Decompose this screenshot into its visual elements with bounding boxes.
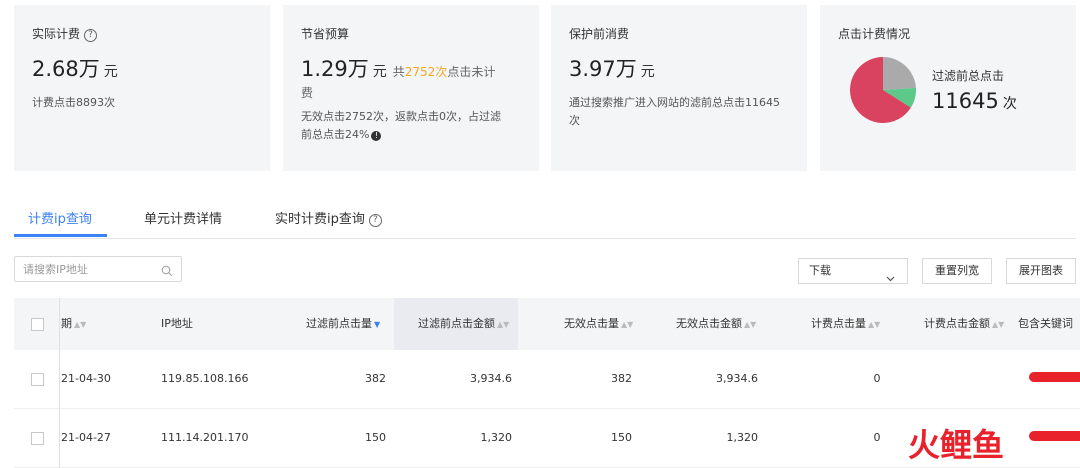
sort-icon: ▲▼ xyxy=(74,320,87,329)
col-billed-clicks[interactable]: 计费点击量 ▲▼ xyxy=(811,298,880,350)
help-icon[interactable]: ? xyxy=(84,29,98,42)
saved-budget-sub: 无效点击2752次，返款点击0次，占过滤 前总点击24%! xyxy=(301,110,501,141)
reset-column-width-button[interactable]: 重置列宽 xyxy=(922,258,992,284)
col-pre-filter-clicks[interactable]: 过滤前点击量 ▼ xyxy=(306,298,380,350)
tab-billing-ip-query[interactable]: 计费ip查询 xyxy=(28,208,92,236)
cell-ip: 111.14.201.170 xyxy=(161,431,249,444)
col-pre-filter-amount[interactable]: 过滤前点击金额 ▲▼ xyxy=(394,298,518,350)
col-invalid-clicks[interactable]: 无效点击量 ▲▼ xyxy=(564,298,633,350)
pre-filter-clicks-label: 过滤前总点击 xyxy=(932,69,1005,83)
pre-filter-clicks-value: 11645 次 xyxy=(932,89,1017,113)
click-pie-chart xyxy=(850,57,916,123)
pre-protect-sub: 通过搜索推广进入网站的滤前总点击11645 次 xyxy=(569,96,780,127)
svg-text:火鲤鱼: 火鲤鱼 xyxy=(908,426,1004,464)
tab-unit-billing-detail[interactable]: 单元计费详情 xyxy=(144,208,222,236)
cell-pre-filter-clicks: 382 xyxy=(365,372,386,385)
help-icon[interactable]: ? xyxy=(368,214,382,227)
search-icon[interactable] xyxy=(161,262,173,281)
click-billing-card: 点击计费情况 过滤前总点击 11645 次 xyxy=(820,5,1076,171)
cell-ip: 119.85.108.166 xyxy=(161,372,249,385)
cell-date: 21-04-30 xyxy=(61,372,111,385)
cell-invalid-amount: 1,320 xyxy=(726,431,759,444)
sort-icon: ▲▼ xyxy=(992,320,1005,329)
actual-cost-sub: 计费点击8893次 xyxy=(32,96,115,109)
active-tab-indicator xyxy=(14,234,107,237)
cell-invalid-clicks: 382 xyxy=(611,372,632,385)
redaction-mark xyxy=(1029,372,1080,382)
cell-invalid-amount: 3,934.6 xyxy=(716,372,758,385)
cell-billed-clicks: 0 xyxy=(873,431,881,444)
actual-cost-value: 2.68万元 xyxy=(32,57,118,81)
column-divider xyxy=(59,298,60,468)
saved-budget-value: 1.29万元共2752次点击未计 xyxy=(301,57,496,81)
cell-pre-filter-amount: 3,934.6 xyxy=(470,372,512,385)
info-icon[interactable]: ! xyxy=(371,131,382,141)
cell-billed-clicks: 0 xyxy=(873,372,881,385)
tab-realtime-ip-query[interactable]: 实时计费ip查询? xyxy=(275,208,382,236)
actual-cost-title: 实际计费? xyxy=(32,25,252,43)
col-keywords: 包含关键词 xyxy=(1018,317,1073,330)
saved-budget-title: 节省预算 xyxy=(301,27,350,41)
pre-protect-value: 3.97万元 xyxy=(569,57,655,81)
tab-bar: 计费ip查询 单元计费详情 实时计费ip查询? xyxy=(14,198,1076,239)
col-ip: IP地址 xyxy=(161,317,193,330)
sort-icon: ▲▼ xyxy=(497,320,510,329)
row-checkbox[interactable] xyxy=(31,432,44,445)
row-checkbox[interactable] xyxy=(31,373,44,386)
cell-pre-filter-amount: 1,320 xyxy=(480,431,513,444)
table-row: 21-04-30 119.85.108.166 382 3,934.6 382 … xyxy=(14,350,1080,409)
ip-search-input[interactable] xyxy=(15,257,166,281)
actual-cost-card: 实际计费? 2.68万元 计费点击8893次 xyxy=(14,5,270,171)
saved-budget-card: 节省预算 1.29万元共2752次点击未计 费 无效点击2752次，返款点击0次… xyxy=(283,5,539,171)
cell-pre-filter-clicks: 150 xyxy=(365,431,386,444)
saved-budget-tail-wrap: 费 xyxy=(301,86,314,100)
click-billing-title: 点击计费情况 xyxy=(838,27,911,41)
sort-icon: ▲▼ xyxy=(744,320,757,329)
col-date[interactable]: 期 ▲▼ xyxy=(61,298,86,350)
table-header: 期 ▲▼ IP地址 过滤前点击量 ▼ 过滤前点击金额 ▲▼ 无效点击量 ▲▼ 无效点击金… xyxy=(14,298,1080,350)
sort-icon: ▲▼ xyxy=(621,320,634,329)
download-select[interactable]: 下载 xyxy=(798,258,908,284)
pre-protect-cost-card: 保护前消费 3.97万元 通过搜索推广进入网站的滤前总点击11645 次 xyxy=(551,5,807,171)
cell-invalid-clicks: 150 xyxy=(611,431,632,444)
select-all-checkbox[interactable] xyxy=(31,318,44,331)
cell-date: 21-04-27 xyxy=(61,431,111,444)
ip-search-box xyxy=(14,256,182,282)
expand-chart-button[interactable]: 展开图表 xyxy=(1006,258,1076,284)
pie-slice-0 xyxy=(883,57,916,90)
chevron-down-icon xyxy=(886,267,895,291)
col-invalid-amount[interactable]: 无效点击金额 ▲▼ xyxy=(676,298,756,350)
col-billed-amount[interactable]: 计费点击金额 ▲▼ xyxy=(924,298,1004,350)
sort-icon: ▲▼ xyxy=(868,320,881,329)
saved-budget-tail: 共2752次点击未计 xyxy=(392,65,496,79)
sort-desc-icon: ▼ xyxy=(374,320,381,329)
watermark-logo: 火鲤鱼 xyxy=(908,426,1004,464)
pre-protect-title: 保护前消费 xyxy=(569,27,630,41)
